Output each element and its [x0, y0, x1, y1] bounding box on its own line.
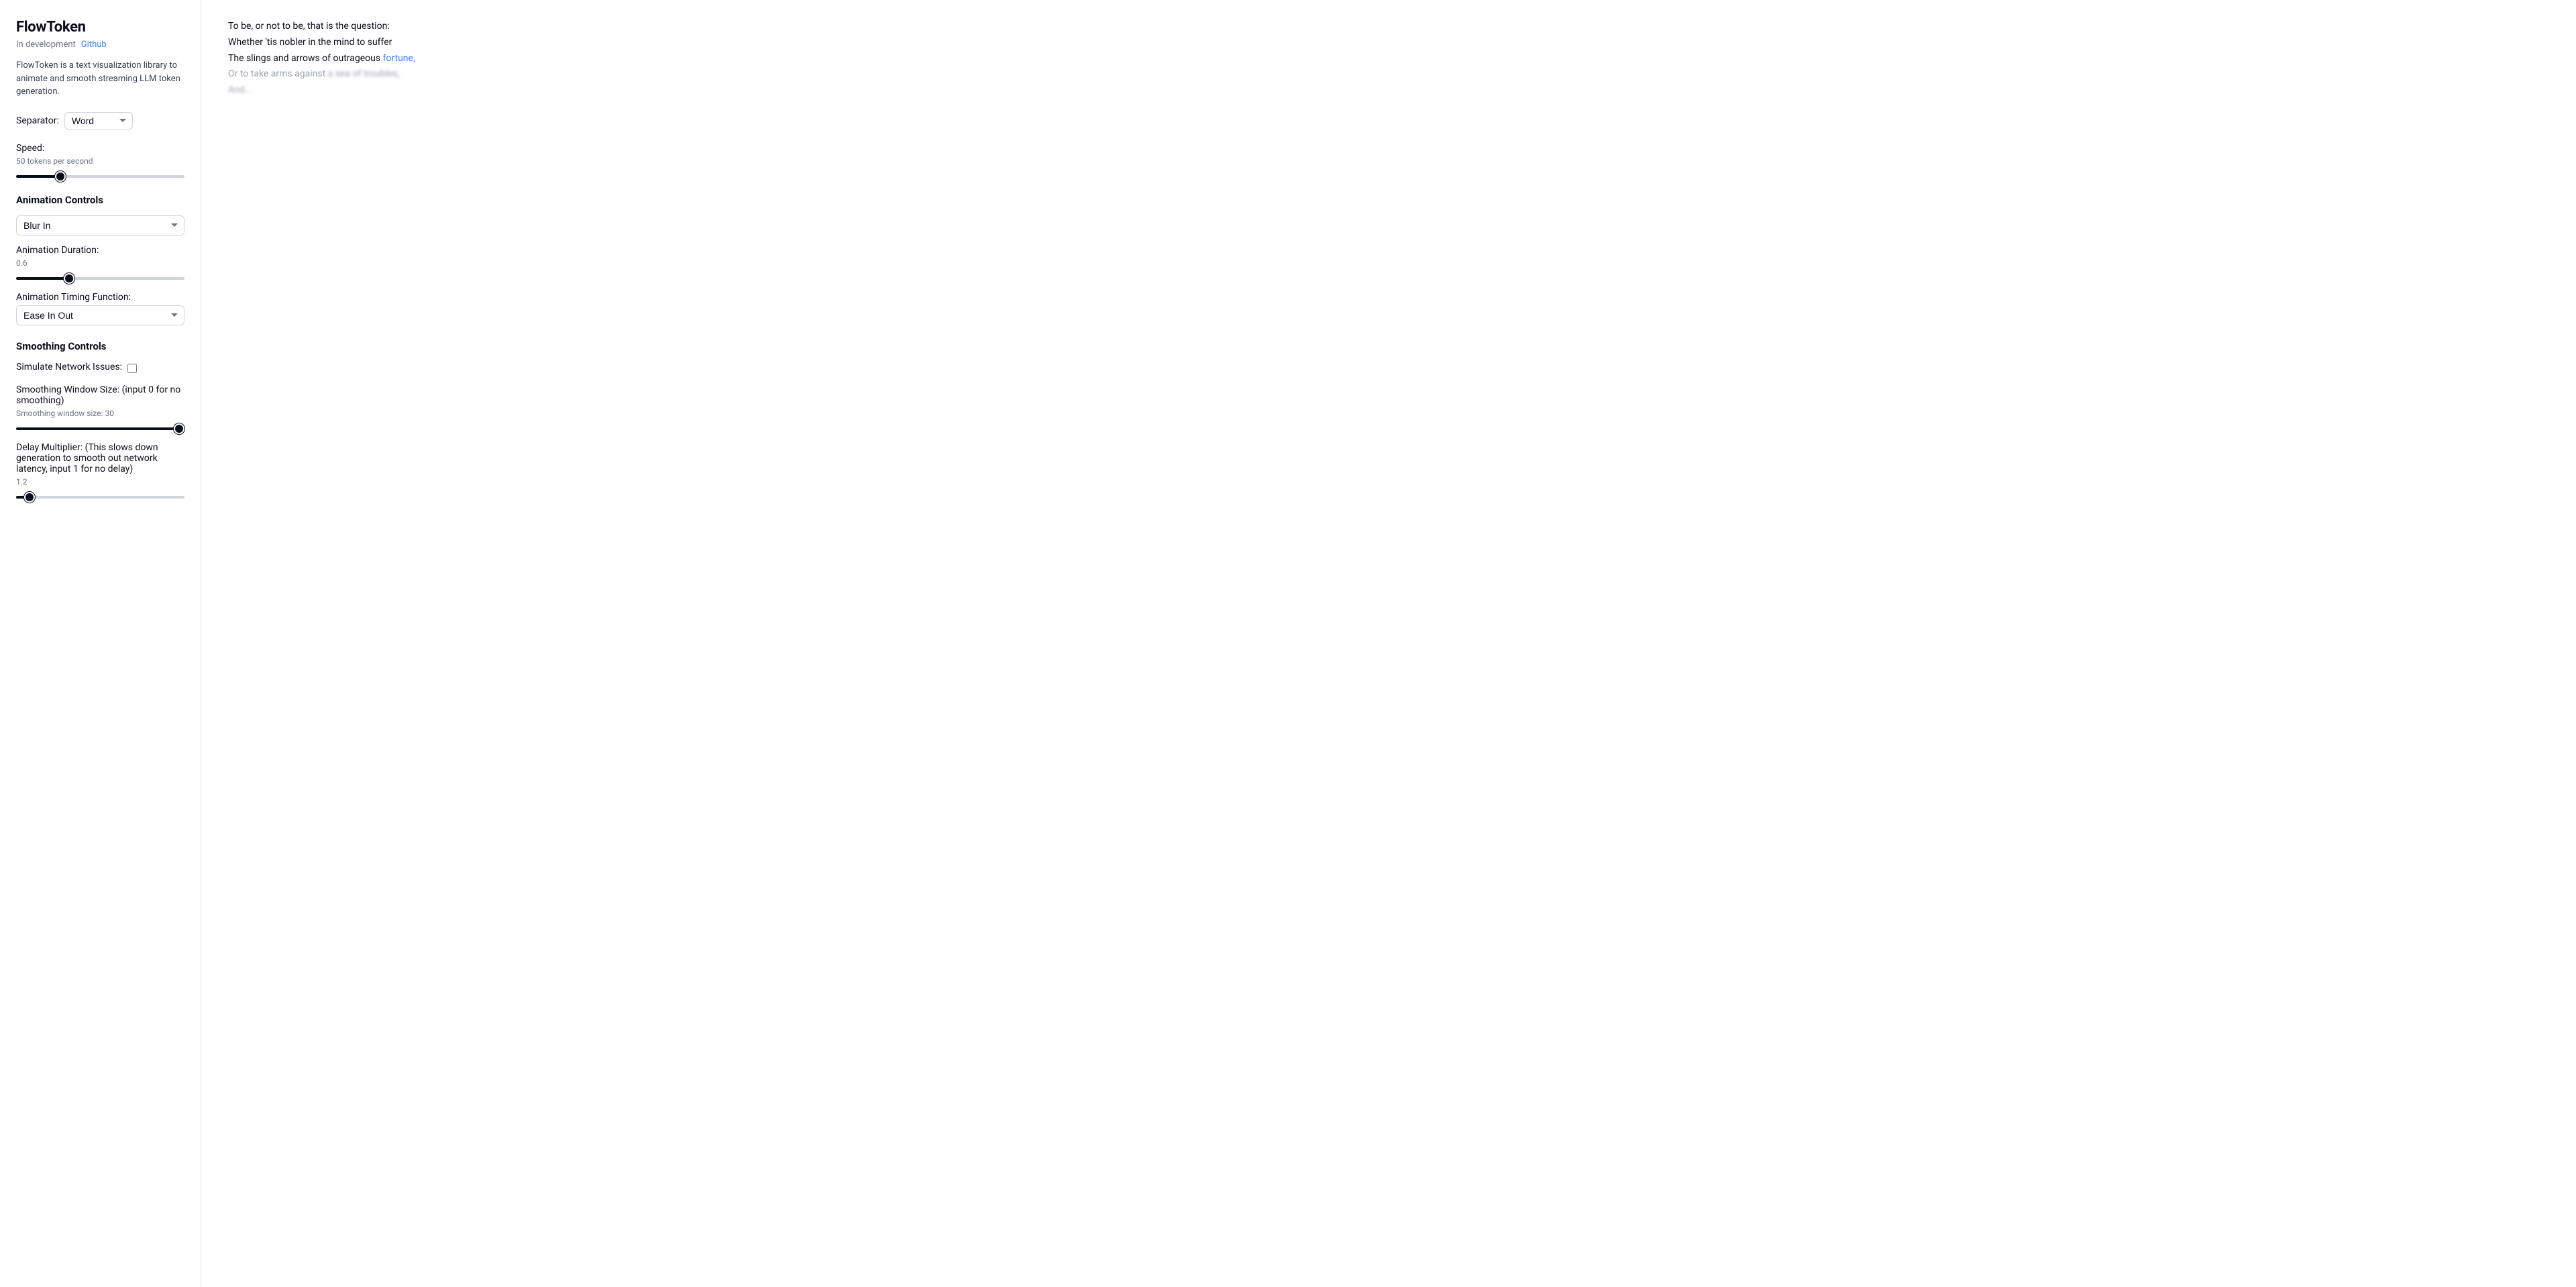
smoothing-window-label: Smoothing Window Size: (input 0 for no s… [16, 384, 184, 406]
speed-section: Speed: 50 tokens per second [16, 143, 184, 181]
sidebar: FlowToken In development Github FlowToke… [0, 0, 201, 1287]
text-line-4: Or to take arms against a sea of trouble… [228, 66, 631, 83]
animation-timing-select[interactable]: Ease In Out Ease In Ease Out Linear Boun… [16, 305, 184, 325]
separator-label: Separator: [16, 115, 59, 126]
app-title: FlowToken [16, 19, 184, 36]
delay-multiplier-row: Delay Multiplier: (This slows down gener… [16, 442, 184, 501]
text-line-5: And... [228, 83, 631, 99]
app-description: FlowToken is a text visualization librar… [16, 59, 184, 99]
animation-controls-heading: Animation Controls [16, 194, 184, 206]
speed-label: Speed: [16, 143, 184, 154]
animation-type-row: Blur In Fade In Slide In Bounce In None [16, 215, 184, 236]
animation-duration-row: Animation Duration: 0.6 [16, 245, 184, 282]
animation-controls: Animation Controls Blur In Fade In Slide… [16, 194, 184, 335]
speed-slider[interactable] [16, 175, 184, 178]
text-display: To be, or not to be, that is the questio… [228, 19, 631, 99]
smoothing-controls-heading: Smoothing Controls [16, 340, 184, 352]
text-line-3-highlight: fortune, [383, 53, 415, 64]
text-line-1: To be, or not to be, that is the questio… [228, 19, 631, 35]
smoothing-window-sub-label: Smoothing window size: 30 [16, 409, 184, 418]
smoothing-window-slider[interactable] [16, 427, 184, 430]
separator-row: Separator: Word Character Sentence [16, 112, 184, 130]
smoothing-controls: Smoothing Controls Simulate Network Issu… [16, 340, 184, 511]
text-line-3-start: The slings and arrows of outrageous [228, 53, 383, 64]
dev-status-row: In development Github [16, 40, 184, 50]
text-line-4-start: Or to take arms against [228, 68, 328, 79]
network-issues-checkbox[interactable] [127, 364, 137, 373]
text-line-4-blurred: a sea of troubles, [328, 68, 400, 79]
main-content: To be, or not to be, that is the questio… [201, 0, 2576, 1287]
animation-duration-label: Animation Duration: [16, 245, 184, 256]
animation-timing-row: Animation Timing Function: Ease In Out E… [16, 292, 184, 325]
text-line-3: The slings and arrows of outrageous fort… [228, 51, 631, 67]
separator-select[interactable]: Word Character Sentence [64, 112, 133, 130]
dev-status-label: In development [16, 40, 76, 50]
animation-timing-label: Animation Timing Function: [16, 292, 184, 303]
smoothing-window-row: Smoothing Window Size: (input 0 for no s… [16, 384, 184, 433]
network-issues-label: Simulate Network Issues: [16, 362, 122, 372]
speed-sub-label: 50 tokens per second [16, 156, 184, 166]
delay-multiplier-value: 1.2 [16, 477, 184, 486]
animation-duration-slider[interactable] [16, 277, 184, 280]
delay-multiplier-slider[interactable] [16, 496, 184, 499]
delay-multiplier-label: Delay Multiplier: (This slows down gener… [16, 442, 184, 474]
animation-type-select[interactable]: Blur In Fade In Slide In Bounce In None [16, 215, 184, 236]
network-issues-row: Simulate Network Issues: [16, 362, 184, 375]
github-link[interactable]: Github [81, 40, 107, 50]
animation-duration-value: 0.6 [16, 258, 184, 268]
text-line-2: Whether 'tis nobler in the mind to suffe… [228, 35, 631, 51]
